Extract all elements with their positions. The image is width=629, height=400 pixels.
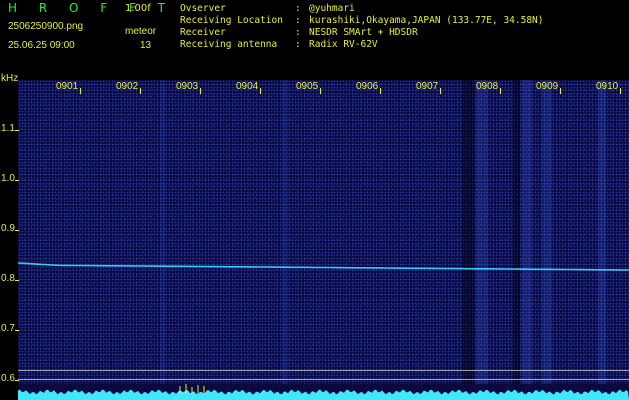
signal-baseline <box>18 389 629 400</box>
signal-trace <box>17 262 629 271</box>
spectrogram-overlay <box>17 262 629 400</box>
